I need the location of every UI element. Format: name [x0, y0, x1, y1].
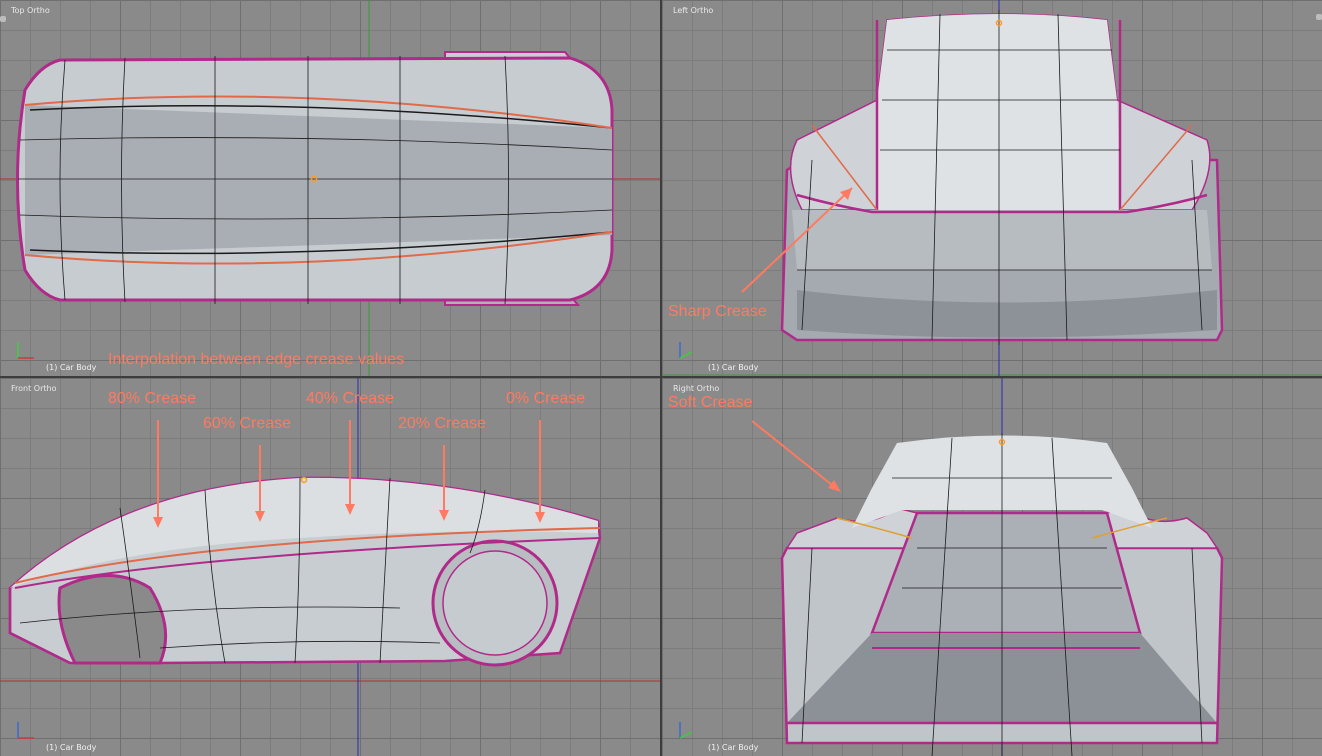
right-view-mesh — [679, 378, 1224, 756]
annotation-sharp-crease: Sharp Crease — [668, 303, 767, 320]
annotation-40-crease: 40% Crease — [306, 390, 395, 407]
viewport-front-ortho[interactable]: Front Ortho (1) Car Body 80% Crease 60% … — [0, 378, 660, 756]
corner-widget-icon[interactable] — [0, 16, 6, 22]
active-object-label: (1) Car Body — [708, 363, 759, 372]
front-view-mesh — [0, 378, 660, 756]
viewport-title: Top Ortho — [11, 6, 50, 15]
annotation-20-crease: 20% Crease — [398, 415, 487, 432]
viewport-title: Right Ortho — [673, 384, 720, 393]
viewport-title: Front Ortho — [11, 384, 57, 393]
viewport-right-ortho[interactable]: Right Ortho (1) Car Body Soft Crease — [662, 378, 1322, 756]
annotation-soft-crease: Soft Crease — [668, 394, 753, 411]
top-view-mesh — [0, 0, 660, 376]
active-object-label: (1) Car Body — [708, 743, 759, 752]
corner-widget-icon[interactable] — [1316, 14, 1322, 20]
viewport-title: Left Ortho — [673, 6, 714, 15]
annotation-60-crease: 60% Crease — [203, 415, 292, 432]
annotation-interpolation: Interpolation between edge crease values — [108, 351, 405, 368]
active-object-label: (1) Car Body — [46, 743, 97, 752]
viewport-top-ortho[interactable]: Top Ortho (1) Car Body Interpolation bet… — [0, 0, 660, 376]
annotation-0-crease: 0% Crease — [506, 390, 586, 407]
annotation-80-crease: 80% Crease — [108, 390, 197, 407]
viewport-left-ortho[interactable]: Left Ortho (1) Car Body Sharp Crease — [662, 0, 1322, 376]
active-object-label: (1) Car Body — [46, 363, 97, 372]
